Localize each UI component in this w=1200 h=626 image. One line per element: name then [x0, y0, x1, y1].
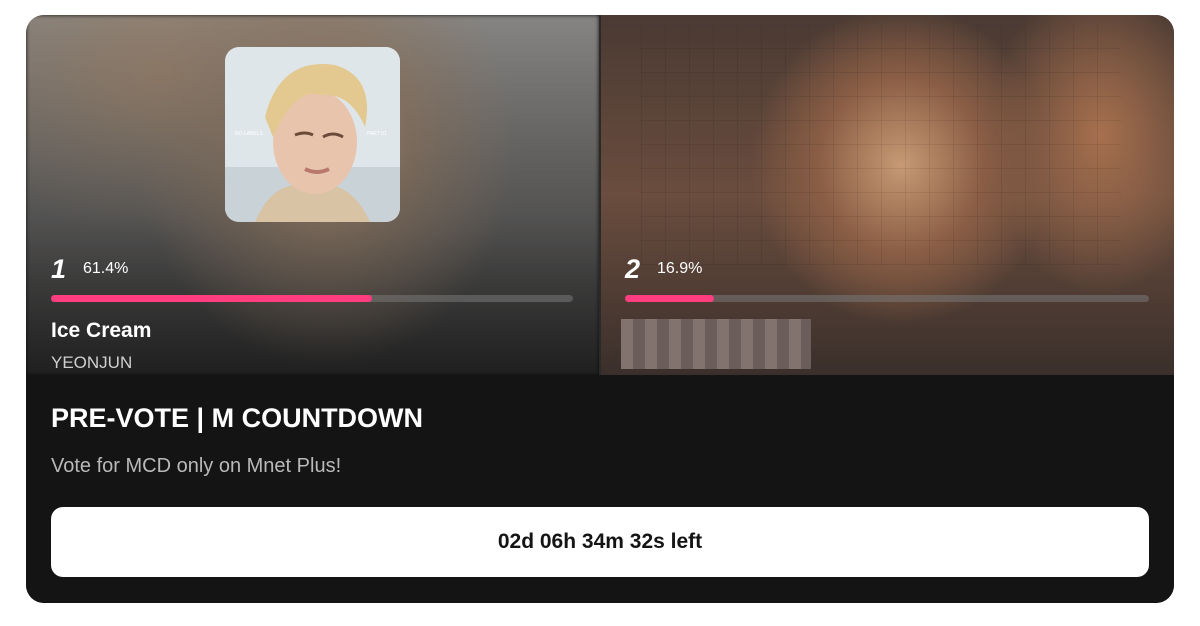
candidate-panel-2[interactable]: 2 16.9% — [601, 15, 1174, 375]
song-title: Ice Cream — [51, 319, 152, 342]
album-cover: NO LABELS PART 01 — [225, 47, 400, 222]
vote-percent: 61.4% — [83, 260, 129, 277]
vote-progress-fill — [625, 295, 714, 302]
album-text-left: NO LABELS — [235, 131, 263, 137]
candidate-panel-1[interactable]: NO LABELS PART 01 1 61.4% Ice Cream YEON… — [26, 15, 599, 375]
vote-title: PRE-VOTE | M COUNTDOWN — [51, 403, 424, 433]
rank-number: 2 — [625, 254, 641, 284]
countdown-button[interactable]: 02d 06h 34m 32s left — [51, 507, 1149, 577]
candidate-panels: NO LABELS PART 01 1 61.4% Ice Cream YEON… — [26, 15, 1174, 375]
vote-percent: 16.9% — [657, 260, 703, 277]
vote-progress-track — [625, 295, 1149, 302]
vote-card: NO LABELS PART 01 1 61.4% Ice Cream YEON… — [26, 15, 1174, 603]
vote-info: PRE-VOTE | M COUNTDOWN Vote for MCD only… — [26, 375, 1174, 603]
vote-subtitle: Vote for MCD only on Mnet Plus! — [51, 455, 342, 477]
pixelated-song-info — [621, 319, 811, 369]
artist-name: YEONJUN — [51, 353, 133, 372]
album-art-image: NO LABELS PART 01 — [225, 47, 400, 222]
vote-progress-track — [51, 295, 573, 302]
pixelated-censor-area — [641, 25, 1121, 265]
album-text-right: PART 01 — [367, 131, 387, 137]
vote-progress-fill — [51, 295, 372, 302]
rank-number: 1 — [51, 254, 67, 284]
